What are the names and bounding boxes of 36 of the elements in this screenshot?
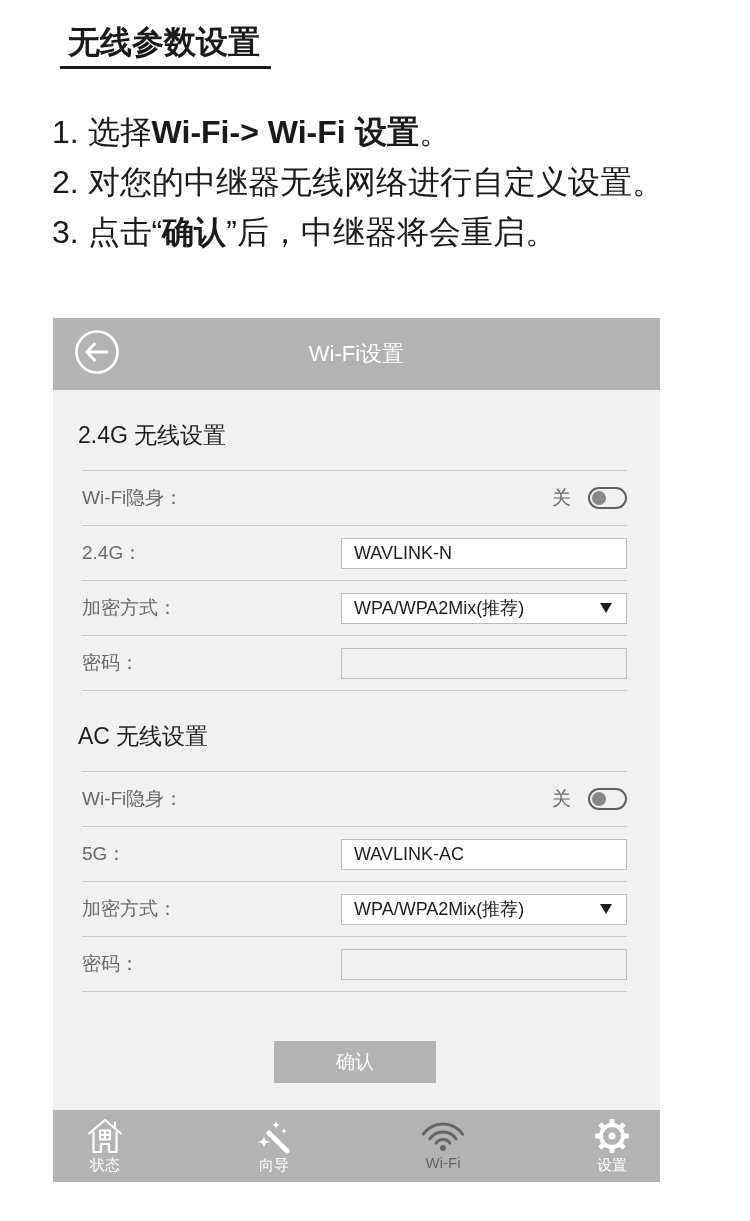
- nav-tab[interactable]: 设置: [587, 1118, 637, 1174]
- input-field[interactable]: WAVLINK-AC: [341, 838, 627, 870]
- instruction-step: 2. 对您的中继器无线网络进行自定义设置。: [52, 157, 750, 207]
- toggle-state-label: 关: [552, 486, 571, 510]
- row-label: 密码：: [82, 952, 139, 976]
- dropdown-select[interactable]: WPA/WPA2Mix(推荐): [341, 592, 627, 624]
- row-label: 加密方式：: [82, 596, 177, 620]
- instruction-step: 1. 选择Wi-Fi-> Wi-Fi 设置。: [52, 107, 750, 157]
- header-title: Wi-Fi设置: [308, 340, 405, 368]
- row-label: Wi-Fi隐身：: [82, 486, 184, 510]
- page-title: 无线参数设置: [60, 22, 271, 69]
- section-title: 2.4G 无线设置: [78, 421, 228, 450]
- settings-icon: [594, 1118, 630, 1154]
- dropdown-select[interactable]: WPA/WPA2Mix(推荐): [341, 893, 627, 925]
- password-field[interactable]: [341, 948, 627, 980]
- nav-tab[interactable]: Wi-Fi: [418, 1120, 468, 1172]
- toggle-switch[interactable]: [588, 788, 627, 810]
- dropdown-caret-icon: [600, 603, 612, 613]
- password-field[interactable]: [341, 647, 627, 679]
- house-icon: [87, 1118, 123, 1154]
- section-title: AC 无线设置: [78, 722, 210, 751]
- wifi-icon: [422, 1120, 464, 1152]
- instruction-step: 3. 点击“确认”后，中继器将会重启。: [52, 207, 750, 257]
- toggle-switch[interactable]: [588, 487, 627, 509]
- row-label: 5G：: [82, 842, 127, 866]
- toggle-state-label: 关: [552, 787, 571, 811]
- nav-tab[interactable]: 状态: [80, 1118, 130, 1174]
- back-icon[interactable]: [75, 330, 119, 374]
- dropdown-caret-icon: [600, 904, 612, 914]
- row-label: 密码：: [82, 651, 139, 675]
- confirm-button[interactable]: 确认: [273, 1041, 436, 1083]
- nav-tab[interactable]: 向导: [249, 1118, 299, 1174]
- row-label: 2.4G：: [82, 541, 143, 565]
- input-field[interactable]: WAVLINK-N: [341, 537, 627, 569]
- row-label: Wi-Fi隐身：: [82, 787, 184, 811]
- row-label: 加密方式：: [82, 897, 177, 921]
